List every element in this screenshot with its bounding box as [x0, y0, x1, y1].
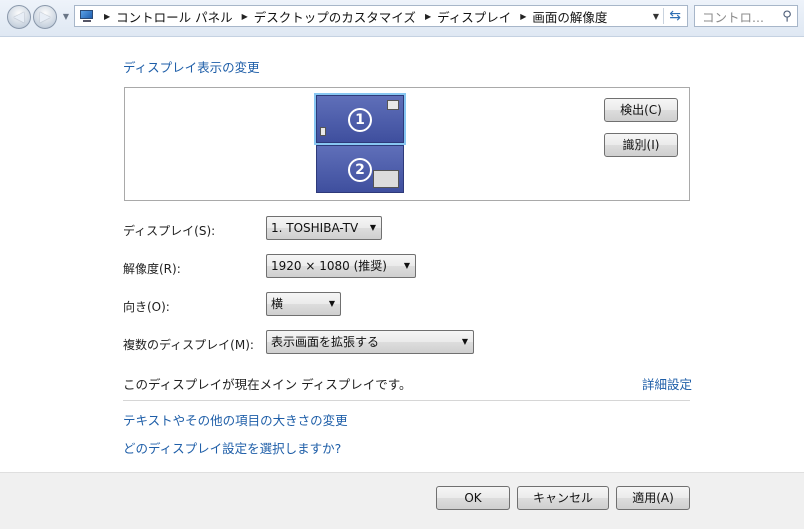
search-icon[interactable]: ⚲ [777, 9, 797, 24]
monitor-1[interactable]: 1 [314, 93, 406, 145]
forward-button[interactable]: ▶ [33, 5, 57, 29]
refresh-icon[interactable]: ⇆ [669, 8, 681, 24]
detect-button[interactable]: 検出(C) [604, 98, 678, 122]
monitor-number-label: 1 [348, 108, 372, 132]
forward-arrow-icon: ▶ [39, 9, 51, 25]
display-select-value: 1. TOSHIBA-TV [271, 221, 359, 235]
display-select[interactable]: 1. TOSHIBA-TV ▼ [266, 216, 382, 240]
address-bar[interactable]: ▶ コントロール パネル ▶ デスクトップのカスタマイズ ▶ ディスプレイ ▶ … [74, 5, 688, 27]
resolution-label: 解像度(R): [123, 262, 181, 276]
chevron-down-icon: ▼ [403, 261, 410, 270]
breadcrumb-screen-resolution[interactable]: 画面の解像度 [532, 7, 607, 26]
window-icon [387, 100, 399, 110]
chevron-down-icon: ▼ [461, 337, 468, 346]
multiple-displays-select[interactable]: 表示画面を拡張する ▼ [266, 330, 474, 354]
chevron-down-icon: ▼ [328, 299, 335, 308]
back-button[interactable]: ◀ [7, 5, 31, 29]
advanced-settings-link[interactable]: 詳細設定 [642, 374, 692, 393]
dialog-footer: OK キャンセル 適用(A) [0, 472, 804, 529]
resolution-select-value: 1920 × 1080 (推奨) [271, 259, 387, 273]
chevron-down-icon: ▼ [369, 223, 376, 232]
computer-icon [79, 9, 95, 23]
main-display-status: このディスプレイが現在メイン ディスプレイです。 [123, 377, 412, 392]
breadcrumb-separator-icon[interactable]: ▶ [104, 12, 110, 21]
text-size-link[interactable]: テキストやその他の項目の大きさの変更 [123, 410, 348, 429]
breadcrumb-separator-icon[interactable]: ▶ [242, 12, 248, 21]
monitor-number-label: 2 [348, 158, 372, 182]
address-divider [663, 8, 664, 24]
back-arrow-icon: ◀ [13, 9, 25, 25]
breadcrumb-control-panel[interactable]: コントロール パネル [116, 7, 232, 26]
breadcrumb-separator-icon[interactable]: ▶ [520, 12, 526, 21]
history-dropdown-icon[interactable]: ▼ [61, 12, 71, 22]
page-title: ディスプレイ表示の変更 [123, 60, 260, 75]
search-input[interactable]: コントロ... [702, 7, 777, 26]
breadcrumb-display[interactable]: ディスプレイ [437, 7, 511, 26]
search-box[interactable]: コントロ... ⚲ [694, 5, 798, 27]
breadcrumb-separator-icon[interactable]: ▶ [425, 12, 431, 21]
navigation-bar: ◀ ▶ ▼ ▶ コントロール パネル ▶ デスクトップのカスタマイズ ▶ ディス… [0, 0, 804, 37]
divider [123, 400, 690, 401]
resolution-select[interactable]: 1920 × 1080 (推奨) ▼ [266, 254, 416, 278]
desktop-icons-icon [373, 170, 399, 188]
which-display-settings-link[interactable]: どのディスプレイ設定を選択しますか? [123, 438, 341, 457]
orientation-label: 向き(O): [123, 300, 170, 314]
breadcrumb-desktop-customization[interactable]: デスクトップのカスタマイズ [254, 7, 416, 26]
identify-button[interactable]: 識別(I) [604, 133, 678, 157]
cancel-button[interactable]: キャンセル [517, 486, 609, 510]
multiple-displays-label: 複数のディスプレイ(M): [123, 338, 254, 352]
ok-button[interactable]: OK [436, 486, 510, 510]
multiple-displays-select-value: 表示画面を拡張する [271, 335, 380, 349]
display-label: ディスプレイ(S): [123, 224, 216, 238]
orientation-select[interactable]: 横 ▼ [266, 292, 341, 316]
taskbar-icon [320, 127, 326, 136]
monitor-2[interactable]: 2 [316, 145, 404, 193]
orientation-select-value: 横 [271, 297, 284, 311]
address-dropdown-icon[interactable]: ▼ [653, 12, 659, 21]
apply-button[interactable]: 適用(A) [616, 486, 690, 510]
monitor-arrangement-panel: 1 2 検出(C) 識別(I) [124, 87, 690, 201]
